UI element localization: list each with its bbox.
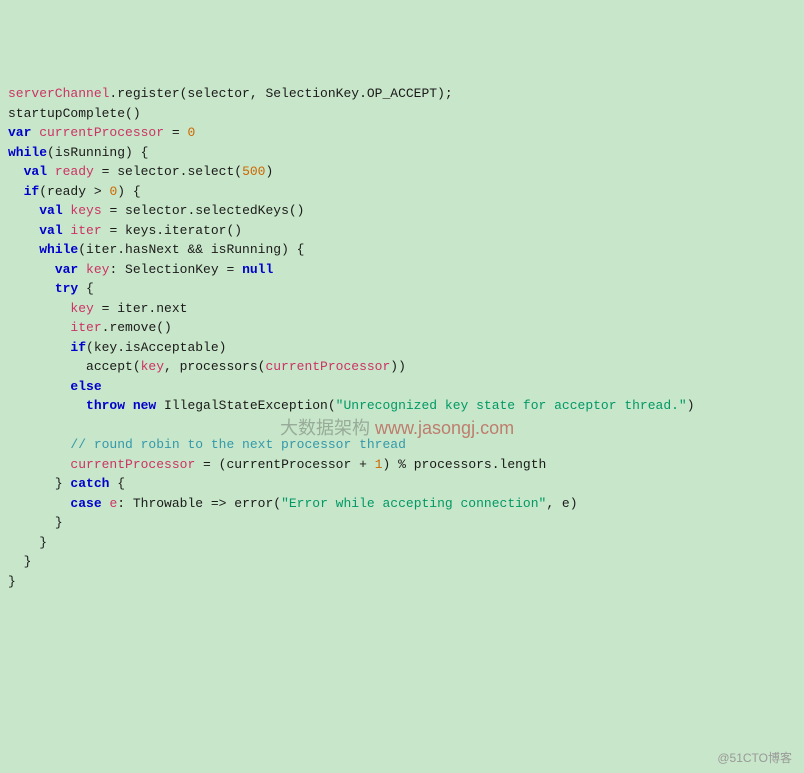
var: key bbox=[141, 359, 164, 374]
code-token: } bbox=[8, 574, 16, 589]
keyword: while bbox=[8, 145, 47, 160]
code-token: = bbox=[164, 125, 187, 140]
string: "Unrecognized key state for acceptor thr… bbox=[336, 398, 687, 413]
comment: // round robin to the next processor thr… bbox=[70, 437, 405, 452]
code-token: = keys.iterator() bbox=[102, 223, 242, 238]
code-token: ) bbox=[265, 164, 273, 179]
code-token: : Throwable => error( bbox=[117, 496, 281, 511]
keyword: if bbox=[24, 184, 40, 199]
var: e bbox=[102, 496, 118, 511]
code-token: accept( bbox=[86, 359, 141, 374]
code-token: = selector.selectedKeys() bbox=[102, 203, 305, 218]
number: 1 bbox=[375, 457, 383, 472]
var: ready bbox=[47, 164, 94, 179]
keyword: val bbox=[39, 203, 62, 218]
code-token: } bbox=[55, 515, 63, 530]
code-token: ) % processors.length bbox=[383, 457, 547, 472]
code-token: , processors( bbox=[164, 359, 265, 374]
code-token: } bbox=[55, 476, 71, 491]
keyword: var bbox=[55, 262, 78, 277]
keyword: throw new bbox=[86, 398, 156, 413]
var: keys bbox=[63, 203, 102, 218]
code-token: ) { bbox=[117, 184, 140, 199]
keyword: case bbox=[70, 496, 101, 511]
keyword: catch bbox=[70, 476, 109, 491]
code-token: { bbox=[109, 476, 125, 491]
keyword: var bbox=[8, 125, 31, 140]
code-token: (ready > bbox=[39, 184, 109, 199]
var: currentProcessor bbox=[70, 457, 195, 472]
code-token: )) bbox=[390, 359, 406, 374]
keyword: while bbox=[39, 242, 78, 257]
code-token: .register(selector, SelectionKey.OP_ACCE… bbox=[109, 86, 452, 101]
var: iter bbox=[63, 223, 102, 238]
code-token: .remove() bbox=[102, 320, 172, 335]
code-token: , e) bbox=[546, 496, 577, 511]
number: 0 bbox=[187, 125, 195, 140]
code-token: } bbox=[24, 554, 32, 569]
code-token: (isRunning) { bbox=[47, 145, 148, 160]
code-token: : SelectionKey = bbox=[109, 262, 242, 277]
string: "Error while accepting connection" bbox=[281, 496, 546, 511]
code-token: = iter.next bbox=[94, 301, 188, 316]
var: iter bbox=[70, 320, 101, 335]
code-token: serverChannel bbox=[8, 86, 109, 101]
var: currentProcessor bbox=[31, 125, 164, 140]
code-token: { bbox=[78, 281, 94, 296]
watermark: @51CTO博客 bbox=[717, 749, 792, 767]
code-token: } bbox=[39, 535, 47, 550]
code-block: serverChannel.register(selector, Selecti… bbox=[8, 84, 796, 591]
code-token: ) bbox=[687, 398, 695, 413]
number: 500 bbox=[242, 164, 265, 179]
var: key bbox=[70, 301, 93, 316]
keyword: val bbox=[24, 164, 47, 179]
keyword: val bbox=[39, 223, 62, 238]
keyword: null bbox=[242, 262, 273, 277]
code-token: = (currentProcessor + bbox=[195, 457, 374, 472]
code-token: IllegalStateException( bbox=[156, 398, 335, 413]
code-token: (key.isAcceptable) bbox=[86, 340, 226, 355]
keyword: else bbox=[70, 379, 101, 394]
keyword: try bbox=[55, 281, 78, 296]
code-token: (iter.hasNext && isRunning) { bbox=[78, 242, 304, 257]
var: key bbox=[78, 262, 109, 277]
var: currentProcessor bbox=[265, 359, 390, 374]
code-token: startupComplete() bbox=[8, 106, 141, 121]
code-token: = selector.select( bbox=[94, 164, 242, 179]
keyword: if bbox=[70, 340, 86, 355]
